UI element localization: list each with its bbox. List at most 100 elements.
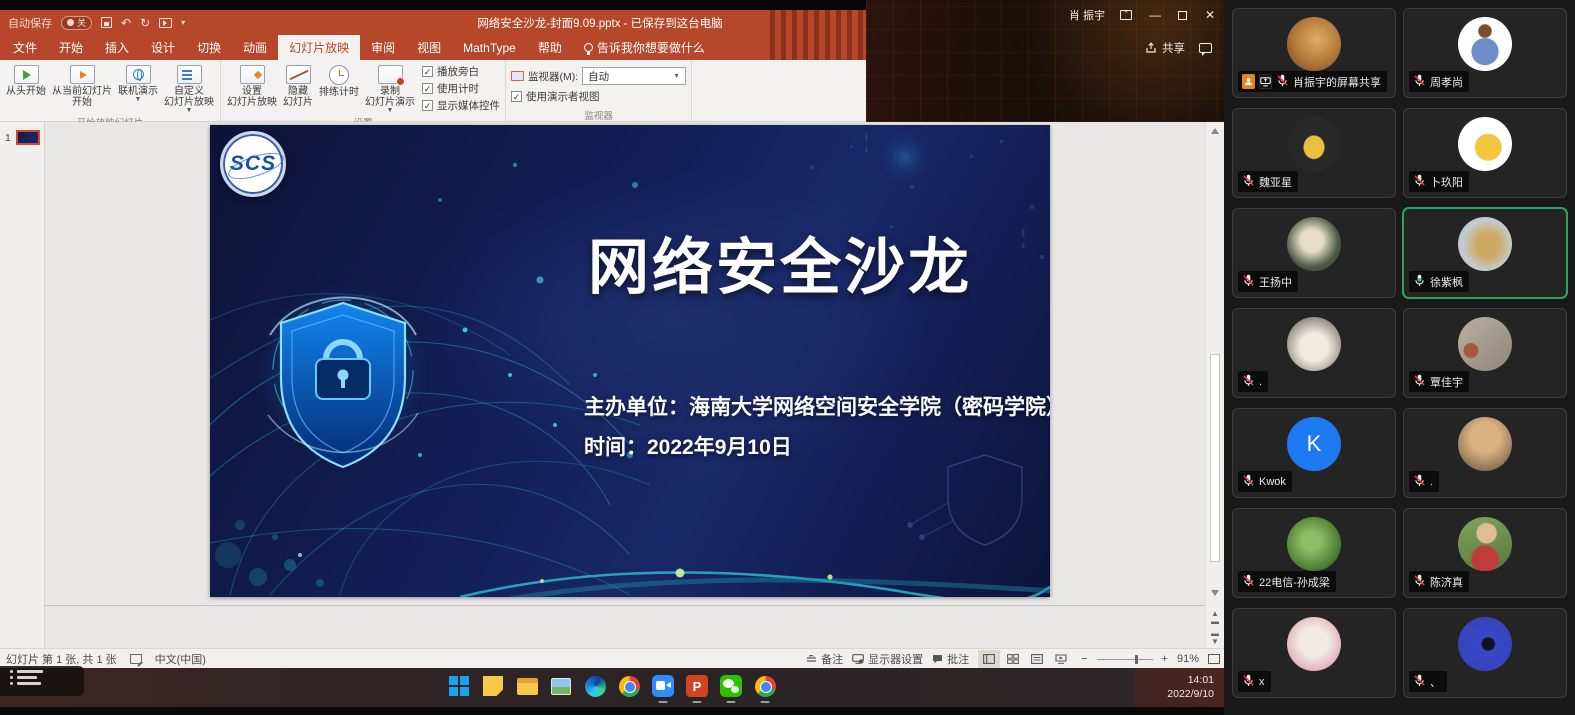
close-icon[interactable]: ✕ (1202, 8, 1218, 22)
normal-view-button[interactable] (978, 650, 1000, 668)
tab-插入[interactable]: 插入 (94, 35, 140, 60)
checkbox-播放旁白[interactable]: ✓播放旁白 (422, 64, 500, 79)
participant-tile[interactable]: 覃佳宇 (1403, 308, 1567, 398)
redo-icon[interactable]: ↻ (140, 17, 150, 29)
zoom-slider[interactable] (1097, 659, 1153, 660)
slide-sorter-view-button[interactable] (1002, 650, 1024, 668)
checkbox-显示媒体控件[interactable]: ✓显示媒体控件 (422, 98, 500, 113)
participant-tile[interactable]: 肖振宇的屏幕共享 (1232, 8, 1396, 98)
play-from-current-button[interactable]: 从当前幻灯片开始 (49, 61, 115, 109)
tab-设计[interactable]: 设计 (140, 35, 186, 60)
participant-tile[interactable]: x (1232, 608, 1396, 698)
rehearse-timings-icon (329, 65, 349, 85)
zoom-out-button[interactable]: − (1081, 653, 1087, 665)
taskbar-sticky-notes-icon[interactable] (480, 673, 506, 699)
slide-canvas[interactable]: SCS 网络安全沙龙 主办单位：海南大学网络空间安全学院（密码学院） 时间：20… (210, 125, 1050, 597)
participant-tile[interactable]: 、 (1403, 608, 1567, 698)
tab-动画[interactable]: 动画 (232, 35, 278, 60)
participant-tile[interactable]: . (1403, 408, 1567, 498)
present-online-button[interactable]: 联机演示▼ (115, 61, 161, 104)
meeting-float-widget[interactable] (0, 666, 84, 696)
participant-tile[interactable]: 卜玖阳 (1403, 108, 1567, 198)
autosave-toggle[interactable]: 关 (61, 16, 92, 30)
slideshow-qat-icon[interactable] (159, 18, 172, 28)
monitor-dropdown[interactable]: 自动▼ (582, 67, 686, 85)
participant-tile[interactable]: 魏亚星 (1232, 108, 1396, 198)
custom-show-button[interactable]: 自定义幻灯片放映▼ (161, 61, 217, 115)
tab-切换[interactable]: 切换 (186, 35, 232, 60)
minimize-icon[interactable]: — (1147, 8, 1163, 22)
taskbar-start-icon[interactable] (446, 673, 472, 699)
taskbar-wechat-icon[interactable] (718, 673, 744, 699)
ribbon-tabs: 文件开始插入设计切换动画幻灯片放映审阅视图MathType帮助告诉我你想要做什么 (0, 35, 866, 60)
play-from-start-button[interactable]: 从头开始 (3, 61, 49, 109)
avatar (1287, 17, 1341, 71)
scroll-up-icon[interactable] (1211, 128, 1219, 134)
share-button[interactable]: 共享 (1145, 40, 1185, 56)
comments-button[interactable]: 批注 (932, 651, 969, 667)
avatar (1458, 417, 1512, 471)
tell-me-tab[interactable]: 告诉我你想要做什么 (573, 35, 716, 60)
checkbox-使用计时[interactable]: ✓使用计时 (422, 81, 500, 96)
notes-button[interactable]: 备注 (806, 651, 843, 667)
vertical-scrollbar[interactable]: ▲▬ ▬▼ (1205, 122, 1224, 648)
scroll-down-icon[interactable] (1211, 590, 1219, 596)
tab-幻灯片放映[interactable]: 幻灯片放映 (278, 35, 360, 60)
tab-文件[interactable]: 文件 (2, 35, 48, 60)
participant-tile[interactable]: 周孝尚 (1403, 8, 1567, 98)
zoom-slider-thumb[interactable] (1135, 655, 1139, 664)
taskbar-clock[interactable]: 14:01 2022/9/10 (1134, 668, 1224, 707)
tab-MathType[interactable]: MathType (452, 35, 527, 60)
accessibility-icon[interactable] (130, 654, 142, 664)
slide-date-line: 时间：2022年9月10日 (584, 431, 792, 461)
next-slide-button[interactable]: ▬▼ (1210, 630, 1220, 646)
slideshow-view-button[interactable] (1050, 650, 1072, 668)
account-name[interactable]: 肖 振宇 (1069, 7, 1105, 23)
comments-icon[interactable] (1199, 43, 1212, 53)
mic-muted-icon (1413, 74, 1426, 90)
taskbar-chrome-icon[interactable] (616, 673, 642, 699)
tab-审阅[interactable]: 审阅 (360, 35, 406, 60)
presenter-view-checkbox[interactable]: ✓使用演示者视图 (511, 89, 688, 104)
participant-tile[interactable]: . (1232, 308, 1396, 398)
zoom-in-button[interactable]: + (1162, 653, 1168, 665)
slide-thumbnail[interactable] (16, 130, 40, 145)
setup-show-button[interactable]: 设置幻灯片放映 (224, 61, 280, 109)
reading-view-button[interactable] (1026, 650, 1048, 668)
tab-视图[interactable]: 视图 (406, 35, 452, 60)
previous-slide-button[interactable]: ▲▬ (1210, 610, 1220, 626)
taskbar-photos-icon[interactable] (548, 673, 574, 699)
toggle-dot-icon (67, 19, 74, 26)
avatar (1458, 117, 1512, 171)
taskbar-chrome-2-icon[interactable] (752, 673, 778, 699)
qat-overflow-icon[interactable]: ▾ (181, 19, 185, 27)
record-show-button[interactable]: 录制幻灯片演示▼ (362, 61, 418, 115)
zoom-level[interactable]: 91% (1177, 653, 1199, 665)
participant-tile[interactable]: 王扬中 (1232, 208, 1396, 298)
taskbar-file-explorer-icon[interactable] (514, 673, 540, 699)
scs-logo: SCS (220, 131, 286, 197)
fit-slide-icon[interactable] (1208, 654, 1220, 664)
tab-开始[interactable]: 开始 (48, 35, 94, 60)
display-settings-button[interactable]: 显示器设置 (852, 651, 923, 667)
undo-icon[interactable]: ↶ (121, 17, 131, 29)
hide-slide-button[interactable]: 隐藏幻灯片 (280, 61, 316, 109)
rehearse-timings-button[interactable]: 排练计时 (316, 61, 362, 110)
restore-icon[interactable] (1178, 11, 1187, 20)
tab-帮助[interactable]: 帮助 (527, 35, 573, 60)
taskbar-powerpoint-icon[interactable]: P (684, 673, 710, 699)
wallpaper-circuit-area: 肖 振宇 ⌃ — ✕ 共享 (866, 0, 1224, 122)
participant-tile[interactable]: 徐紫枫 (1403, 208, 1567, 298)
participant-tile[interactable]: KKwok (1232, 408, 1396, 498)
participant-tile[interactable]: 陈济真 (1403, 508, 1567, 598)
ribbon-display-options-icon[interactable]: ⌃ (1120, 10, 1132, 20)
scrollbar-thumb[interactable] (1210, 354, 1220, 562)
save-icon[interactable] (101, 17, 112, 28)
language-status[interactable]: 中文(中国) (155, 651, 206, 667)
editing-canvas: SCS 网络安全沙龙 主办单位：海南大学网络空间安全学院（密码学院） 时间：20… (45, 122, 1205, 648)
taskbar-tencent-meeting-icon[interactable] (650, 673, 676, 699)
slide-thumbnail-panel: 1 (0, 122, 45, 648)
taskbar-edge-icon[interactable] (582, 673, 608, 699)
participant-name-tag: 魏亚星 (1238, 171, 1298, 192)
participant-tile[interactable]: 22电信-孙成梁 (1232, 508, 1396, 598)
